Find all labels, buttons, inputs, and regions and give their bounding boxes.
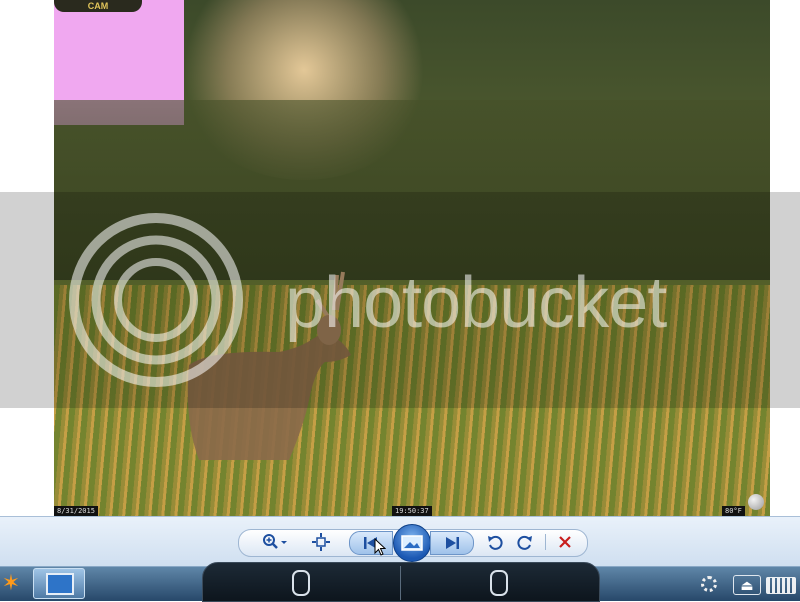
temperature-stamp: 80°F — [722, 506, 745, 516]
fit-to-window-button[interactable] — [310, 531, 332, 553]
remote-panel-divider — [400, 566, 401, 600]
brand-text: CAM — [87, 1, 109, 11]
watermark-text: photobucket — [285, 263, 667, 343]
slideshow-icon — [401, 535, 423, 551]
fit-to-window-icon — [312, 533, 330, 551]
mouse-right-icon[interactable] — [490, 570, 508, 596]
remote-input-panel — [202, 562, 600, 602]
rotate-clockwise-icon — [517, 535, 532, 550]
photobucket-logo-icon — [69, 213, 243, 387]
brand-logo: CAM — [54, 0, 142, 12]
rotate-clockwise-button[interactable] — [515, 531, 535, 553]
toolbar-divider — [545, 534, 546, 550]
rotate-counterclockwise-icon — [488, 535, 503, 550]
delete-button[interactable] — [555, 531, 575, 553]
keyboard-icon[interactable] — [766, 577, 796, 594]
settings-icon[interactable] — [701, 576, 717, 592]
next-button[interactable] — [430, 531, 474, 555]
start-button[interactable]: ✶ — [0, 566, 22, 600]
slideshow-button[interactable] — [393, 524, 431, 562]
moon-phase-icon — [748, 494, 764, 510]
next-icon — [446, 537, 459, 549]
zoom-button[interactable] — [258, 531, 292, 553]
delete-icon — [559, 536, 571, 548]
eject-icon[interactable]: ⏏ — [733, 575, 761, 595]
previous-button[interactable] — [349, 531, 393, 555]
time-stamp: 19:50:37 — [392, 506, 432, 516]
photo-viewer-icon — [46, 573, 74, 595]
photobucket-watermark: photobucket — [0, 192, 800, 408]
mouse-left-icon[interactable] — [292, 570, 310, 596]
magnifier-plus-icon — [263, 534, 287, 549]
date-stamp: 8/31/2015 — [54, 506, 98, 516]
rotate-counterclockwise-button[interactable] — [485, 531, 505, 553]
mouse-cursor-icon — [374, 538, 386, 556]
start-icon: ✶ — [1, 570, 21, 595]
